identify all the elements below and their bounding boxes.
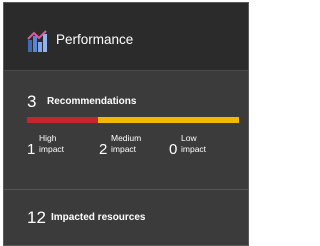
impacted-resources-label: Impacted resources [51,212,146,223]
impact-bar [27,117,239,123]
high-impact-label: High impact [39,133,65,154]
impacted-resources-section[interactable]: 12 Impacted resources [4,190,248,245]
low-impact-label: Low impact [181,133,207,154]
performance-card: Performance 3 Recommendations 1 High imp… [3,2,249,246]
card-header[interactable]: Performance [4,3,248,71]
impact-bar-medium [97,117,239,123]
performance-chart-icon [27,30,47,52]
card-title: Performance [56,32,134,47]
recommendations-count: 3 [27,92,37,111]
impact-bar-high [27,117,98,123]
low-impact-count: 0 [169,141,178,158]
high-impact-count: 1 [27,141,36,158]
impacted-resources-count: 12 [27,208,46,227]
medium-impact-count: 2 [99,141,108,158]
medium-impact-label: Medium impact [111,133,142,154]
recommendations-label: Recommendations [47,96,137,107]
recommendations-section[interactable]: 3 Recommendations 1 High impact 2 Medium… [4,71,248,189]
